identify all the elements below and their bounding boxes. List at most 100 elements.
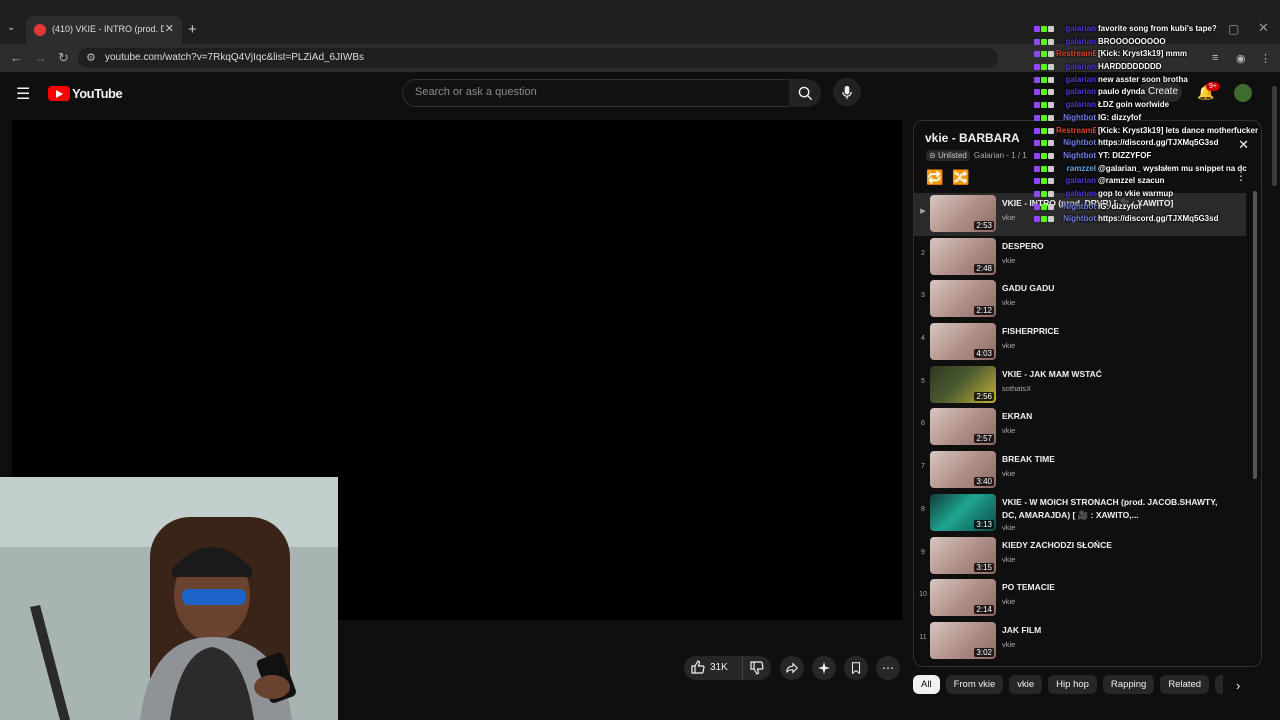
playlist-item-title[interactable]: GADU GADU [1002,282,1232,295]
chat-username: RestreamBot [1056,49,1096,59]
filter-chip[interactable]: Fo [1215,675,1223,694]
youtube-logo-icon[interactable] [48,86,70,101]
related-filter-chips: All From vkie vkie Hip hop Rapping Related Fo [913,674,1223,696]
playlist-item[interactable]: 7 3:40 BREAK TIME vkie [914,449,1246,492]
chat-badges-icon [1034,203,1055,212]
playlist-item-title[interactable]: KIEDY ZACHODZI SŁOŃCE [1002,539,1232,552]
playlist-item[interactable]: 10 2:14 PO TEMACIE vkie [914,577,1246,620]
chat-text: favorite song from kubi's tape? [1098,24,1217,33]
loop-playlist-icon[interactable]: 🔁 [926,169,943,186]
playlist-item-title[interactable]: EKRAN [1002,410,1232,423]
shuffle-icon[interactable]: 🔀 [952,169,969,186]
chat-message: galarian gop to vkie warmup [1026,187,1280,200]
chat-text: IG: dizzyfof [1098,112,1142,122]
microphone-icon [842,85,852,99]
dislike-button[interactable] [742,656,771,680]
chat-username: Nightbot [1063,138,1096,148]
share-button[interactable] [780,656,804,680]
playlist-item[interactable]: 3 2:12 GADU GADU vkie [914,278,1246,321]
chat-message: galarian ŁDZ goin worlwide [1026,98,1280,111]
forward-icon[interactable]: → [34,50,47,65]
video-thumbnail[interactable]: 2:56 [930,365,996,403]
playlist-item-channel: vkie [1002,298,1016,308]
chat-text: [Kick: Kryst3k19] mmm [1098,49,1187,59]
chat-badges-icon [1034,88,1055,97]
chat-text: gop to vkie warmup [1098,188,1174,198]
playlist-item-index: 6 [921,420,925,428]
video-thumbnail[interactable]: 2:14 [930,579,996,617]
chat-message: RestreamBot[Kick: Kryst3k19] mmm [1026,47,1280,60]
playlist-item[interactable]: 8 3:13 VKIE - W MOICH STRONACH (prod. JACO… [914,492,1246,535]
chat-badges-icon [1034,114,1055,123]
reload-icon[interactable]: ↻ [58,50,69,66]
filter-chip[interactable]: Rapping [1102,675,1155,694]
address-bar[interactable]: ⚙ youtube.com/watch?v=7RkqQ4VjIqc&list=P… [78,48,998,68]
close-tab-icon[interactable]: ✕ [165,22,174,35]
playlist-item-title[interactable]: DESPERO [1002,240,1232,253]
playlist-item-title[interactable]: BREAK TIME [1002,453,1232,466]
video-thumbnail[interactable]: 3:02 [930,621,996,659]
video-duration: 2:12 [974,306,994,316]
tab-search-icon[interactable]: ⌄ [7,22,15,33]
video-thumbnail[interactable]: 3:15 [930,536,996,574]
playlist-item[interactable]: 6 2:57 EKRAN vkie [914,406,1246,449]
chat-username: ramzzel [1066,163,1096,173]
new-tab-icon[interactable]: + [188,21,197,38]
playlist-item[interactable]: 9 3:15 KIEDY ZACHODZI SŁOŃCE vkie [914,535,1246,578]
filter-chip[interactable]: All [913,675,940,694]
chat-badges-icon [1034,50,1055,59]
playlist-item-title[interactable]: JAK FILM [1002,624,1232,637]
playlist-title[interactable]: vkie - BARBARA [925,131,1020,145]
voice-search-button[interactable] [833,78,861,106]
video-thumbnail[interactable]: 2:57 [930,408,996,446]
playlist-item-index: 3 [921,292,925,300]
chat-message: galarian HARDDDDDDDD [1026,60,1280,73]
chat-message: galarian paulo dynda [1026,85,1280,98]
back-icon[interactable]: ← [10,50,23,65]
playlist-item[interactable]: 11 3:02 JAK FILM vkie [914,620,1246,663]
video-thumbnail[interactable]: 3:13 [930,493,996,531]
youtube-favicon-icon [34,24,46,36]
playlist-item-index: 11 [919,633,927,641]
like-button[interactable]: 31K [684,656,742,680]
playlist-item-title[interactable]: VKIE - JAK MAM WSTAĆ [1002,368,1232,381]
chat-text: HARDDDDDDDD [1098,62,1162,72]
filter-chip[interactable]: vkie [1009,675,1043,694]
search-input[interactable] [413,85,777,99]
search-button[interactable] [789,79,821,107]
more-actions-button[interactable]: ⋯ [876,656,900,680]
thumbs-up-icon [691,660,705,674]
playlist-item[interactable]: 2 2:48 DESPERO vkie [914,236,1246,279]
video-thumbnail[interactable]: 3:40 [930,451,996,489]
filter-chip[interactable]: Hip hop [1048,675,1097,694]
chat-text: https://discord.gg/TJXMq5G3sd [1098,138,1219,148]
chat-text: [Kick: Kryst3k19] lets dance motherfucke… [1098,125,1259,135]
filter-chip[interactable]: From vkie [945,675,1004,694]
playlist-item-title[interactable]: PO TEMACIE [1002,581,1232,594]
playlist-item-title[interactable]: VKIE - W MOICH STRONACH (prod. JACOB.SHA… [1002,496,1232,522]
chevron-right-icon[interactable]: › [1236,678,1240,693]
webcam-person-image [0,477,338,720]
playlist-item-index: 4 [921,335,925,343]
site-info-icon[interactable]: ⚙ [86,51,96,64]
chat-username: Nightbot [1063,201,1096,211]
ask-ai-button[interactable] [812,656,836,680]
video-thumbnail[interactable]: 2:53 [930,195,996,232]
playlist-item-title[interactable]: FISHERPRICE [1002,325,1232,338]
playlist-item[interactable]: 4 4:03 FISHERPRICE vkie [914,321,1246,364]
browser-tab[interactable]: (410) VKIE - INTRO (prod. DRVR... ✕ [26,16,182,44]
chat-badges-icon [1034,139,1055,148]
chat-username: galarian [1065,188,1096,198]
save-button[interactable] [844,656,868,680]
playlist-scrollbar[interactable] [1253,191,1257,479]
like-count: 31K [710,662,728,673]
video-duration: 4:03 [974,349,994,359]
playlist-item[interactable]: 5 2:56 VKIE - JAK MAM WSTAĆ sothatsX [914,364,1246,407]
video-thumbnail[interactable]: 2:12 [930,280,996,318]
video-thumbnail[interactable]: 4:03 [930,323,996,361]
guide-menu-icon[interactable]: ☰ [16,84,30,104]
youtube-logo-text[interactable]: YouTube [72,86,123,101]
filter-chip[interactable]: Related [1160,675,1210,694]
video-thumbnail[interactable]: 2:48 [930,237,996,275]
visibility-label: Unlisted [937,151,967,160]
